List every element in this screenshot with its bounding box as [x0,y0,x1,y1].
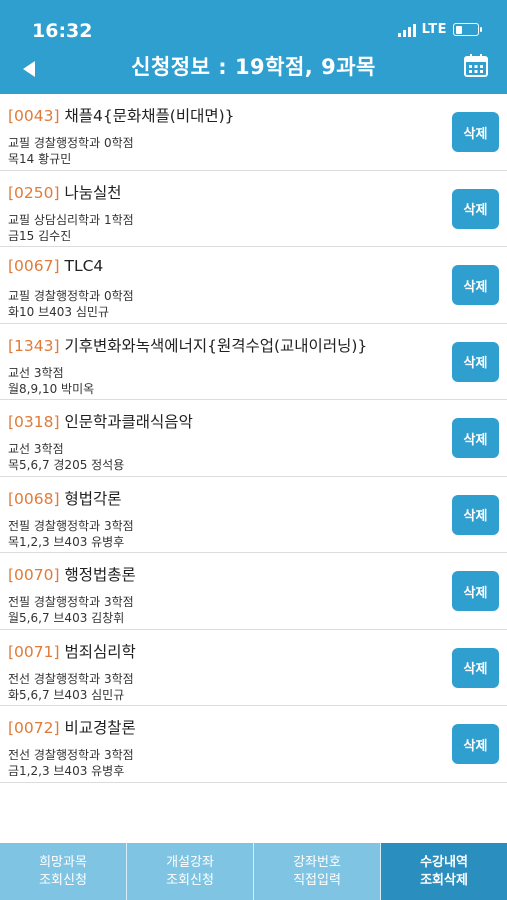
tab-label-line2: 직접입력 [293,872,341,888]
course-schedule: 금15 김수진 [8,228,72,243]
course-info: 교선 3학점 [8,365,64,380]
course-title: [0072] 비교경찰론 [8,716,136,738]
status-bar: 16:32 LTE [0,0,507,44]
delete-button[interactable]: 삭제 [452,341,499,382]
header: 16:32 LTE 신청정보 : 19학점, 9과목 [0,0,507,94]
network-label: LTE [421,22,447,37]
course-list: [0043] 채플4{문화채플(비대면)} 교필 경찰행정학과 0학점 목14 … [0,94,507,783]
course-name: 형법각론 [64,489,122,508]
battery-icon [453,23,482,36]
tab-enrollment-history[interactable]: 수강내역 조회삭제 [381,843,507,900]
course-schedule: 월8,9,10 박미옥 [8,381,95,396]
course-title: [0043] 채플4{문화채플(비대면)} [8,104,235,126]
course-item: [0071] 범죄심리학 전선 경찰행정학과 3학점 화5,6,7 브403 심… [0,630,507,706]
course-code: [0072] [8,719,60,737]
course-schedule: 목14 황규민 [8,152,72,166]
course-schedule: 화5,6,7 브403 심민규 [8,687,125,702]
course-code: [1343] [8,336,60,355]
tab-label-line1: 강좌번호 [293,854,341,870]
delete-button[interactable]: 삭제 [452,724,499,764]
tab-label-line2: 조회신청 [39,872,87,888]
course-name: 비교경찰론 [64,719,136,737]
course-item: [0250] 나눔실천 교필 상담심리학과 1학점 금15 김수진 삭제 [0,171,507,247]
course-info: 전필 경찰행정학과 3학점 [8,595,134,609]
calendar-icon [464,54,488,77]
tab-label-line1: 개설강좌 [166,854,214,870]
course-name: 행정법총론 [64,566,136,584]
delete-button[interactable]: 삭제 [452,188,499,229]
course-info: 교필 경찰행정학과 0학점 [8,136,134,150]
course-code: [0068] [8,489,60,508]
course-code: [0043] [8,107,60,125]
course-code: [0250] [8,183,60,202]
course-info: 교필 경찰행정학과 0학점 [8,289,134,303]
course-item: [0067] TLC4 교필 경찰행정학과 0학점 화10 브403 심민규 삭… [0,247,507,324]
delete-button[interactable]: 삭제 [452,494,499,535]
course-title: [0250] 나눔실천 [8,181,122,203]
tab-wishlist[interactable]: 희망과목 조회신청 [0,843,127,900]
course-title: [0071] 범죄심리학 [8,640,136,662]
course-name: 나눔실천 [64,183,122,202]
tab-label-line2: 조회신청 [166,872,214,888]
signal-icon [397,23,416,37]
course-schedule: 목5,6,7 경205 정석용 [8,458,125,472]
delete-button[interactable]: 삭제 [452,112,499,152]
course-title: [0318] 인문학과클래식음악 [8,410,193,432]
course-title: [0067] TLC4 [8,257,103,275]
tab-course-number[interactable]: 강좌번호 직접입력 [254,843,381,900]
course-code: [0070] [8,566,60,584]
course-info: 전선 경찰행정학과 3학점 [8,671,134,686]
course-code: [0318] [8,413,60,431]
status-indicators: LTE [397,22,482,37]
course-title: [1343] 기후변화와녹색에너지{원격수업(교내이러닝)} [8,334,367,356]
course-item: [1343] 기후변화와녹색에너지{원격수업(교내이러닝)} 교선 3학점 월8… [0,324,507,400]
nav-bar: 신청정보 : 19학점, 9과목 [0,44,507,94]
course-schedule: 화10 브403 심민규 [8,305,110,319]
tab-label-line2: 조회삭제 [420,872,468,888]
tab-label-line1: 수강내역 [420,854,468,870]
course-name: 인문학과클래식음악 [64,413,193,431]
course-title: [0070] 행정법총론 [8,563,136,585]
course-code: [0071] [8,642,60,661]
course-code: [0067] [8,257,60,275]
course-info: 교필 상담심리학과 1학점 [8,212,134,227]
course-info: 전선 경찰행정학과 3학점 [8,748,134,762]
page-title: 신청정보 : 19학점, 9과목 [131,55,376,79]
course-name: 기후변화와녹색에너지{원격수업(교내이러닝)} [64,336,368,355]
course-schedule: 목1,2,3 브403 유병후 [8,534,125,549]
course-info: 교선 3학점 [8,442,64,456]
delete-button[interactable]: 삭제 [452,265,499,305]
tab-label-line1: 희망과목 [39,854,87,870]
course-item: [0043] 채플4{문화채플(비대면)} 교필 경찰행정학과 0학점 목14 … [0,94,507,171]
course-item: [0072] 비교경찰론 전선 경찰행정학과 3학점 금1,2,3 브403 유… [0,706,507,783]
delete-button[interactable]: 삭제 [452,418,499,458]
course-item: [0068] 형법각론 전필 경찰행정학과 3학점 목1,2,3 브403 유병… [0,477,507,553]
bottom-tab-bar: 희망과목 조회신청 개설강좌 조회신청 강좌번호 직접입력 수강내역 조회삭제 [0,843,507,900]
delete-button[interactable]: 삭제 [452,647,499,688]
course-name: 범죄심리학 [64,642,136,661]
course-item: [0318] 인문학과클래식음악 교선 3학점 목5,6,7 경205 정석용 … [0,400,507,477]
course-schedule: 월5,6,7 브403 김창휘 [8,611,125,625]
course-name: TLC4 [64,257,104,275]
course-title: [0068] 형법각론 [8,487,122,509]
calendar-button[interactable] [463,52,489,78]
delete-button[interactable]: 삭제 [452,571,499,611]
status-time: 16:32 [32,20,93,42]
course-item: [0070] 행정법총론 전필 경찰행정학과 3학점 월5,6,7 브403 김… [0,553,507,630]
tab-open-courses[interactable]: 개설강좌 조회신청 [127,843,254,900]
course-name: 채플4{문화채플(비대면)} [64,107,235,125]
course-schedule: 금1,2,3 브403 유병후 [8,764,125,778]
course-info: 전필 경찰행정학과 3학점 [8,518,134,533]
